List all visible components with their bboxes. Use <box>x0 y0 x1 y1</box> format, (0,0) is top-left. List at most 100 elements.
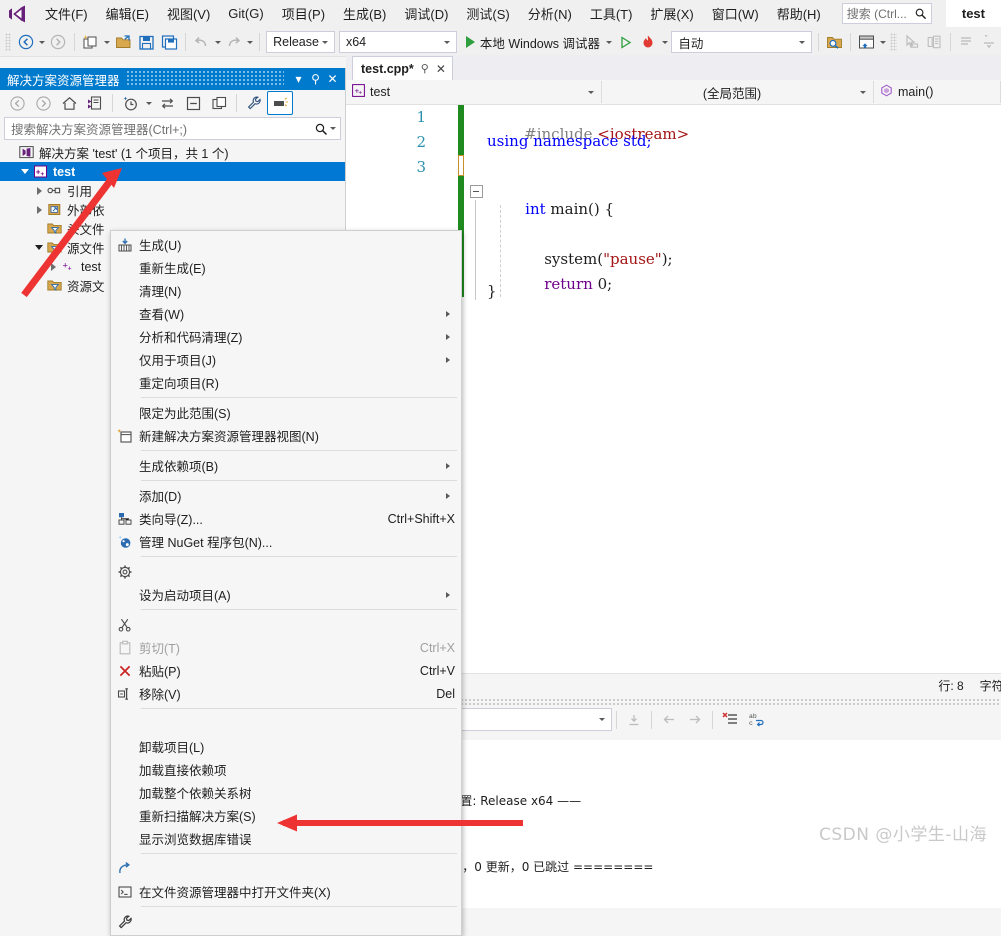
previous-message-icon[interactable] <box>657 708 681 732</box>
solution-explorer-window-icon[interactable] <box>856 30 877 54</box>
expander-icon[interactable] <box>46 257 60 276</box>
context-menu-item-load-entire-dependency-tree[interactable]: 加载直接依赖项 <box>111 758 461 781</box>
context-menu-item-properties[interactable] <box>111 910 461 933</box>
context-menu-item-clean[interactable]: 清理(N) <box>111 279 461 302</box>
panel-menu-chevron-icon[interactable]: ▾ <box>290 71 307 88</box>
nav-scope-combo[interactable]: (全局范围) <box>602 81 874 103</box>
collapse-region-icon[interactable] <box>470 185 483 198</box>
context-menu-item-build[interactable]: 生成(U) <box>111 233 461 256</box>
menu-help[interactable]: 帮助(H) <box>768 1 830 26</box>
uncomment-lines-icon[interactable]: " <box>979 30 1000 54</box>
menu-debug[interactable]: 调试(D) <box>395 1 457 26</box>
tree-item-solution[interactable]: 解决方案 'test' (1 个项目，共 1 个) <box>0 143 345 162</box>
pin-panel-icon[interactable]: ⚲ <box>307 71 324 88</box>
context-menu-item-manage-nuget[interactable]: 管理 NuGet 程序包(N)... <box>111 530 461 553</box>
context-menu-item-project-only[interactable]: 仅用于项目(J) <box>111 348 461 371</box>
find-in-files-icon[interactable] <box>824 30 845 54</box>
context-menu-item-unload-project[interactable] <box>111 712 461 735</box>
context-menu-item-show-browse-db-errors[interactable]: 重新扫描解决方案(S) <box>111 804 461 827</box>
tab-test-cpp[interactable]: test.cpp* ⚲ ✕ <box>352 56 453 80</box>
redo-icon[interactable] <box>224 30 245 54</box>
tree-item-project-test[interactable]: + + test <box>0 162 345 181</box>
expander-icon[interactable] <box>32 238 46 257</box>
comment-lines-icon[interactable] <box>956 30 977 54</box>
menu-edit[interactable]: 编辑(E) <box>97 1 158 26</box>
context-menu-item-clear-browse-db-errors[interactable]: 显示浏览数据库错误 <box>111 827 461 850</box>
context-menu-item-open-folder-in-file-explorer[interactable] <box>111 857 461 880</box>
configuration-combo[interactable]: Release <box>266 31 335 53</box>
context-menu-item-rescan-solution[interactable]: 加载整个依赖关系树 <box>111 781 461 804</box>
collapse-all-icon[interactable] <box>180 91 206 115</box>
pin-tab-icon[interactable]: ⚲ <box>421 62 429 75</box>
expander-icon[interactable] <box>32 181 46 200</box>
compare-files-icon[interactable] <box>924 30 945 54</box>
undo-icon[interactable] <box>191 30 212 54</box>
save-all-icon[interactable] <box>159 30 180 54</box>
tree-item-external-dependencies[interactable]: 外部依 <box>0 200 345 219</box>
start-debugging-button[interactable]: 本地 Windows 调试器 <box>459 30 604 54</box>
nav-member-combo[interactable]: main() <box>874 81 1001 103</box>
forward-icon[interactable] <box>30 91 56 115</box>
platform-combo[interactable]: x64 <box>338 31 457 53</box>
menu-analyze[interactable]: 分析(N) <box>519 1 581 26</box>
menu-tools[interactable]: 工具(T) <box>581 1 642 26</box>
context-menu-item-retarget[interactable]: 重定向项目(R) <box>111 371 461 394</box>
navigate-backward-dropdown-icon[interactable] <box>37 31 47 53</box>
new-project-dropdown-icon[interactable] <box>102 31 112 53</box>
context-menu-item-view[interactable]: 查看(W) <box>111 302 461 325</box>
context-menu-item-new-solution-explorer-view[interactable]: 新建解决方案资源管理器视图(N) <box>111 424 461 447</box>
debug-target-dropdown-icon[interactable] <box>604 31 614 53</box>
menu-build[interactable]: 生成(B) <box>334 1 395 26</box>
back-icon[interactable] <box>4 91 30 115</box>
hot-reload-icon[interactable] <box>638 30 659 54</box>
context-menu-item-remove[interactable]: 粘贴(P) Ctrl+V <box>111 659 461 682</box>
window-dropdown-icon[interactable] <box>878 31 888 53</box>
close-panel-icon[interactable]: ✕ <box>324 71 341 88</box>
context-menu-item-rename[interactable]: 移除(V) Del <box>111 682 461 705</box>
menu-view[interactable]: 视图(V) <box>158 1 219 26</box>
context-menu-item-add[interactable]: 添加(D) <box>111 484 461 507</box>
context-menu-item-build-dependencies[interactable]: 生成依赖项(B) <box>111 454 461 477</box>
filter-dropdown-icon[interactable] <box>143 92 154 114</box>
redo-dropdown-icon[interactable] <box>246 31 256 53</box>
expander-icon[interactable] <box>32 200 46 219</box>
new-project-icon[interactable] <box>80 30 101 54</box>
undo-dropdown-icon[interactable] <box>213 31 223 53</box>
expander-icon[interactable] <box>18 162 32 181</box>
save-icon[interactable] <box>136 30 157 54</box>
close-tab-icon[interactable]: ✕ <box>436 62 446 76</box>
menu-file[interactable]: 文件(F) <box>36 1 97 26</box>
clear-output-icon[interactable] <box>718 708 742 732</box>
toggle-word-wrap-icon[interactable]: ab c <box>744 708 768 732</box>
navigate-forward-icon[interactable] <box>48 30 69 54</box>
context-menu-item-rebuild[interactable]: 重新生成(E) <box>111 256 461 279</box>
show-all-files-icon[interactable] <box>206 91 232 115</box>
global-search-input[interactable]: 搜索 (Ctrl... <box>841 3 932 24</box>
menu-window[interactable]: 窗口(W) <box>703 1 768 26</box>
menu-git[interactable]: Git(G) <box>219 3 272 24</box>
go-to-message-icon[interactable] <box>622 708 646 732</box>
pointer-select-icon[interactable] <box>901 30 922 54</box>
start-without-debugging-icon[interactable] <box>615 30 636 54</box>
search-options-chevron-icon[interactable] <box>328 127 337 130</box>
toolbar-grip-2[interactable] <box>890 33 897 51</box>
context-menu-item-cut[interactable] <box>111 613 461 636</box>
properties-wrench-icon[interactable] <box>241 91 267 115</box>
context-menu-item-debug[interactable]: 设为启动项目(A) <box>111 583 461 606</box>
refresh-icon[interactable] <box>154 91 180 115</box>
menu-project[interactable]: 项目(P) <box>273 1 334 26</box>
pending-changes-filter-icon[interactable] <box>117 91 143 115</box>
auto-combo[interactable]: 自动 <box>671 31 812 53</box>
context-menu-item-load-direct-dependencies[interactable]: 卸载项目(L) <box>111 735 461 758</box>
nav-project-combo[interactable]: + + test <box>346 81 602 103</box>
home-icon[interactable] <box>56 91 82 115</box>
context-menu-item-class-wizard[interactable]: 类向导(Z)... Ctrl+Shift+X <box>111 507 461 530</box>
menu-extensions[interactable]: 扩展(X) <box>641 1 702 26</box>
context-menu-item-open-in-terminal[interactable]: 在文件资源管理器中打开文件夹(X) <box>111 880 461 903</box>
preview-selected-items-icon[interactable] <box>267 91 293 115</box>
tree-item-references[interactable]: 引用 <box>0 181 345 200</box>
context-menu-item-analyze-cleanup[interactable]: 分析和代码清理(Z) <box>111 325 461 348</box>
open-file-icon[interactable] <box>113 30 134 54</box>
hot-reload-dropdown-icon[interactable] <box>660 31 670 53</box>
navigate-backward-icon[interactable] <box>15 30 36 54</box>
